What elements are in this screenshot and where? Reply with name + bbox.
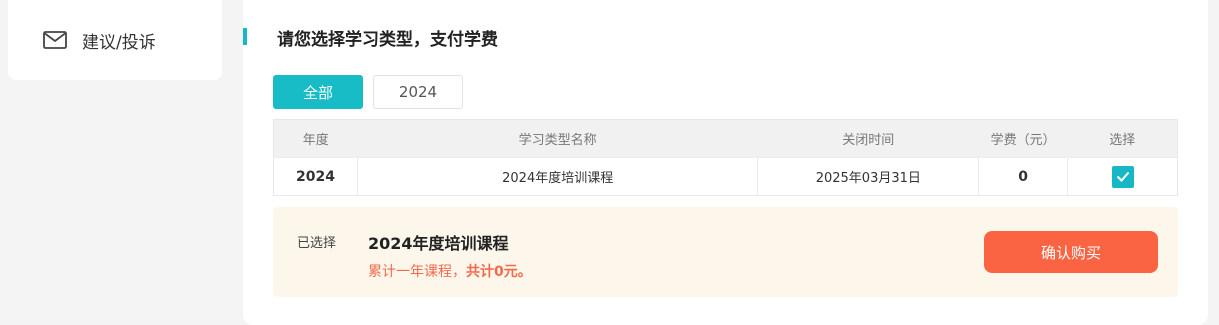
main-panel: 请您选择学习类型，支付学费 全部 2024 年度 学习类型名称 关闭时间 学费（… [243,0,1208,325]
check-icon [1116,171,1129,182]
sidebar-item-label: 建议/投诉 [82,32,156,53]
cell-select [1067,157,1178,196]
cell-close-time: 2025年03月31日 [757,157,980,196]
table-header-row: 年度 学习类型名称 关闭时间 学费（元） 选择 [273,119,1178,158]
summary-total-amount: 共计0元。 [466,264,532,280]
sidebar: 建议/投诉 [8,0,222,80]
page-title: 请您选择学习类型，支付学费 [277,30,498,50]
summary-total: 累计一年课程，共计0元。 [368,261,532,281]
course-table: 年度 学习类型名称 关闭时间 学费（元） 选择 2024 2024年度培训课程 … [273,119,1178,196]
mail-icon [42,27,68,53]
sidebar-item-feedback[interactable]: 建议/投诉 [42,26,156,54]
selection-summary: 已选择 2024年度培训课程 累计一年课程，共计0元。 确认购买 [273,207,1178,297]
summary-label: 已选择 [297,236,337,251]
tab-2024[interactable]: 2024 [373,75,463,109]
select-checkbox[interactable] [1111,165,1134,188]
title-accent-bar [243,28,247,45]
header-year: 年度 [273,119,358,158]
cell-fee: 0 [978,157,1069,196]
confirm-purchase-button[interactable]: 确认购买 [984,231,1158,273]
header-course-name: 学习类型名称 [357,119,758,158]
header-select: 选择 [1067,119,1178,158]
table-row: 2024 2024年度培训课程 2025年03月31日 0 [273,157,1178,196]
cell-year: 2024 [273,157,358,196]
summary-course: 2024年度培训课程 [368,234,509,253]
header-close-time: 关闭时间 [757,119,979,158]
tab-all[interactable]: 全部 [273,75,363,109]
summary-total-prefix: 累计一年课程， [368,264,466,280]
cell-course-name: 2024年度培训课程 [357,157,759,196]
header-fee: 学费（元） [978,119,1068,158]
